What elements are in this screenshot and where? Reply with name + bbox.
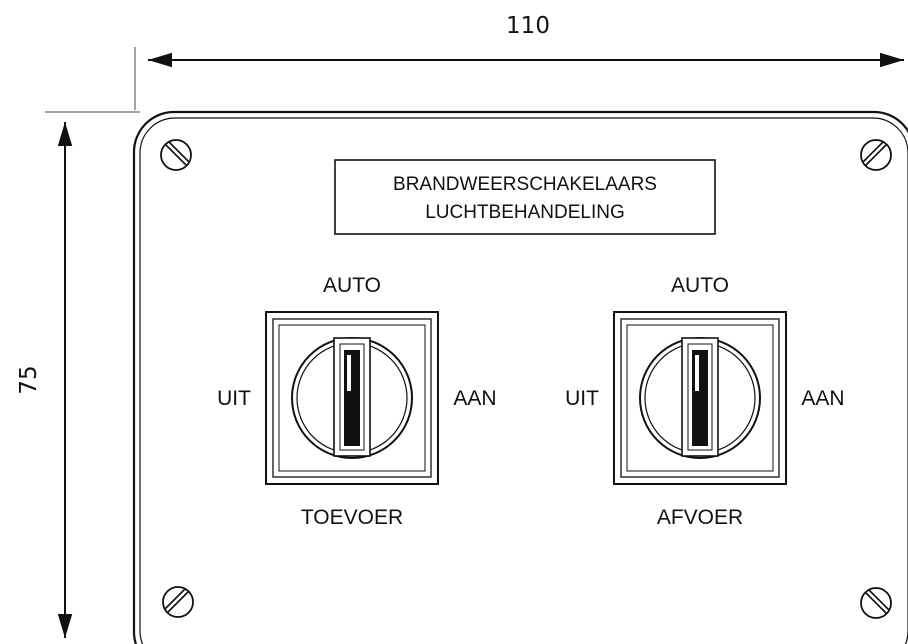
screw-bottom-right: [860, 587, 892, 619]
rotary-switch-toevoer[interactable]: [265, 311, 439, 485]
screw-top-left: [160, 139, 192, 171]
screw-top-right: [860, 139, 892, 171]
switch2-right-label: AAN: [801, 387, 844, 410]
width-dimension: 110: [134, 13, 904, 110]
title-box: BRANDWEERSCHAKELAARS LUCHTBEHANDELING: [334, 159, 716, 235]
switch-indicator-highlight: [695, 355, 699, 391]
switch1-right-label: AAN: [453, 387, 496, 410]
screw-bottom-left: [162, 586, 194, 618]
rotary-switch-afvoer[interactable]: [613, 311, 787, 485]
width-dimension-label: 110: [506, 13, 550, 39]
switch1-bottom-label: TOEVOER: [301, 506, 403, 529]
title-line-2: LUCHTBEHANDELING: [425, 202, 625, 223]
switch-indicator: [344, 350, 360, 446]
switch2-bottom-label: AFVOER: [657, 506, 743, 529]
switch-indicator: [692, 350, 708, 446]
switch2-top-label: AUTO: [671, 274, 729, 297]
control-panel-drawing: 110 75 BRANDWEERSCHAKELAARS LUCHTBEHANDE…: [16, 13, 908, 644]
height-dimension: 75: [16, 111, 140, 638]
title-line-1: BRANDWEERSCHAKELAARS: [393, 174, 657, 195]
switch2-left-label: UIT: [565, 387, 599, 410]
switch1-left-label: UIT: [217, 387, 251, 410]
panel-inner-border: [139, 117, 908, 644]
switch1-top-label: AUTO: [323, 274, 381, 297]
height-dimension-label: 75: [16, 365, 42, 394]
switch-indicator-highlight: [347, 355, 351, 391]
